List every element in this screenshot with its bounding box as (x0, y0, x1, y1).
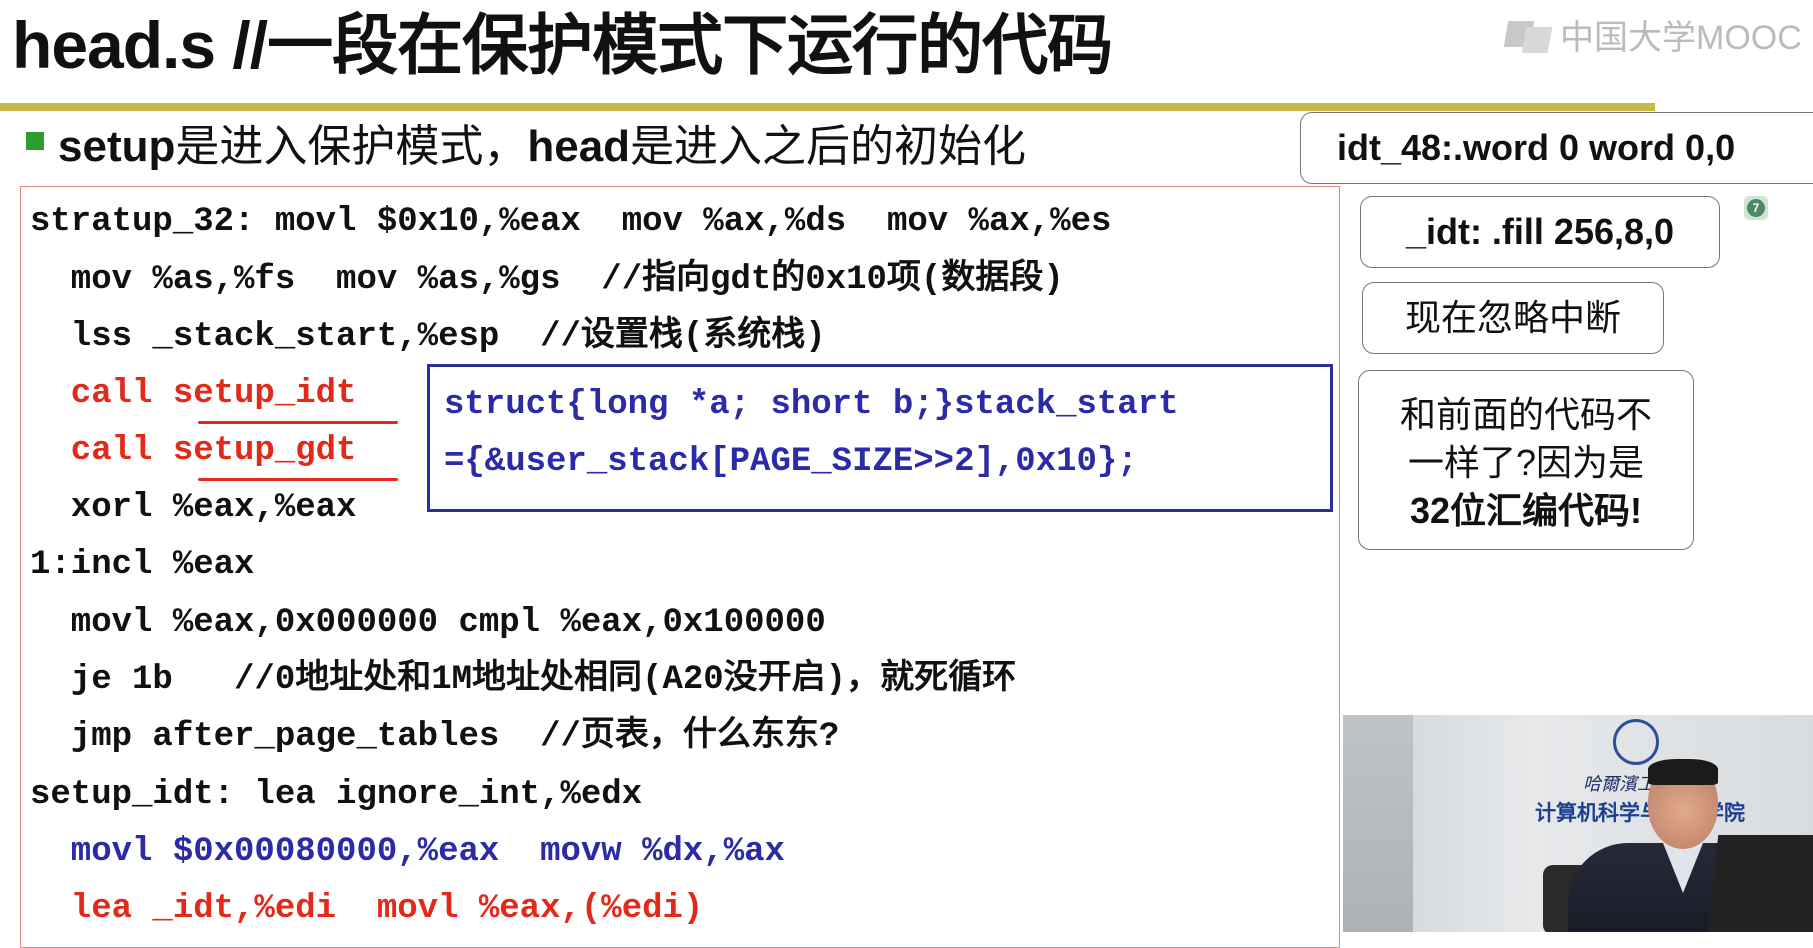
comment-count-badge[interactable]: 7 (1744, 196, 1768, 220)
code-line-3: lss _stack_start,%esp //设置栈(系统栈) (30, 318, 826, 356)
code-line-8: movl %eax,0x000000 cmpl %eax,0x100000 (30, 604, 826, 642)
code-line-9: je 1b //0地址处和1M地址处相同(A20没开启)，就死循环 (30, 661, 1017, 699)
note-line-3: 32位汇编代码! (1409, 490, 1643, 531)
code-line-13: lea _idt,%edi movl %eax,(%edi) (30, 890, 704, 928)
code-line-6: xorl %eax,%eax (30, 489, 357, 527)
note-line-1: 和前面的代码不 (1399, 394, 1652, 435)
instructor-video[interactable]: 哈爾濱工業大學 计算机科学与技术学院 (1343, 715, 1813, 932)
video-window-frame (1343, 715, 1413, 932)
code-line-7: 1:incl %eax (30, 546, 255, 584)
bullet-keyword-setup: setup (58, 122, 176, 171)
red-underline-idt (198, 421, 398, 424)
red-underline-gdt (198, 478, 398, 481)
code-line-11: setup_idt: lea ignore_int,%edx (30, 776, 643, 814)
university-emblem-icon (1613, 719, 1659, 765)
struct-line-2: ={&user_stack[PAGE_SIZE>>2],0x10}; (444, 443, 1138, 481)
code-line-12: movl $0x00080000,%eax movw %dx,%ax (30, 833, 785, 871)
slide-title: head.s //一段在保护模式下运行的代码 (12, 8, 1113, 82)
idt48-note: idt_48:.word 0 word 0,0 (1300, 112, 1813, 184)
mooc-logo-text: 中国大学MOOC (1560, 19, 1802, 57)
note-line-2: 一样了?因为是 (1407, 442, 1645, 483)
code-line-2: mov %as,%fs mov %as,%gs //指向gdt的0x10项(数据… (30, 261, 1064, 299)
bullet-text-2: 是进入之后的初始化 (630, 122, 1027, 171)
badge-number: 7 (1747, 199, 1765, 217)
ignore-interrupt-note: 现在忽略中断 (1362, 282, 1664, 354)
mooc-logo: 中国大学MOOC (1506, 10, 1802, 59)
bullet-keyword-head: head (527, 122, 631, 171)
code-line-1: stratup_32: movl $0x10,%eax mov %ax,%ds … (30, 203, 1112, 241)
mooc-logo-icon (1506, 17, 1554, 53)
code-line-call-setup-gdt: call setup_gdt (30, 432, 357, 470)
video-monitor (1707, 835, 1813, 932)
code-line-call-setup-idt: call setup_idt (30, 375, 357, 413)
struct-line-1: struct{long *a; short b;}stack_start (444, 386, 1179, 424)
code-line-10: jmp after_page_tables //页表，什么东东? (30, 718, 840, 756)
bullet-text-1: 是进入保护模式， (175, 122, 528, 171)
bullet-text: setup是进入保护模式，head是进入之后的初始化 (58, 110, 1026, 174)
32bit-asm-note: 和前面的代码不 一样了?因为是 32位汇编代码! (1358, 370, 1694, 550)
bullet-square-icon (26, 132, 44, 150)
stack-start-struct-box: struct{long *a; short b;}stack_start ={&… (427, 364, 1333, 512)
idt-fill-note: _idt: .fill 256,8,0 (1360, 196, 1720, 268)
instructor-hair (1648, 759, 1718, 785)
